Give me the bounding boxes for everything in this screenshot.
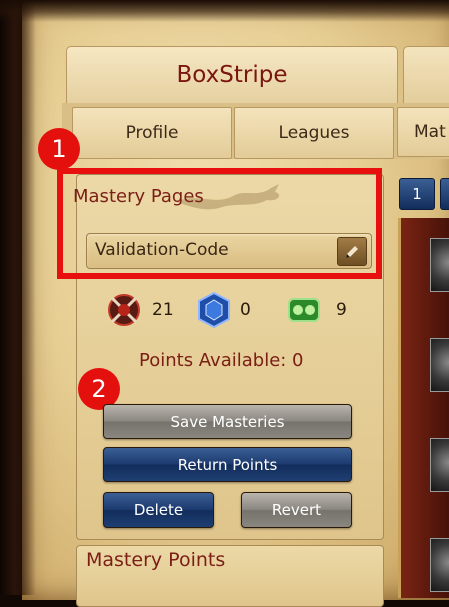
callout-badge-2-label: 2 [91,375,107,403]
mastery-page-tab-2[interactable] [440,178,449,210]
save-masteries-label: Save Masteries [170,412,285,431]
window-title: BoxStripe [176,62,288,88]
tab-profile[interactable]: Profile [72,107,232,159]
return-points-label: Return Points [177,455,278,474]
tab-leagues[interactable]: Leagues [234,107,394,159]
points-available: Points Available: 0 [139,350,304,371]
mastery-slot[interactable] [430,238,449,292]
offense-points: 21 [152,300,174,320]
utility-tree-icon [288,298,320,322]
window-title-tab[interactable]: BoxStripe [66,46,398,103]
mastery-slot[interactable] [430,538,449,592]
revert-label: Revert [271,501,322,519]
mastery-slot[interactable] [430,338,449,392]
mastery-page-tab-1-label: 1 [412,185,422,203]
defense-tree-icon [198,291,230,329]
mastery-page-tab-1[interactable]: 1 [399,178,435,210]
return-points-button[interactable]: Return Points [103,447,352,482]
tab-match-history[interactable]: Mat [397,107,449,157]
save-masteries-button[interactable]: Save Masteries [103,404,352,439]
callout-highlight-mastery-pages [57,168,382,279]
tab-match-history-label: Mat [414,122,446,142]
mastery-slot[interactable] [430,438,449,492]
utility-points: 9 [336,300,347,320]
callout-badge-1-label: 1 [51,135,67,163]
delete-label: Delete [133,501,184,519]
callout-badge-1: 1 [38,128,80,170]
tab-leagues-label: Leagues [278,123,350,143]
delete-button[interactable]: Delete [103,492,214,528]
defense-points: 0 [240,300,251,320]
revert-button[interactable]: Revert [241,492,352,528]
secondary-title-tab[interactable] [403,46,449,104]
mastery-points-title: Mastery Points [86,549,226,571]
tab-profile-label: Profile [125,123,179,143]
offense-tree-icon [108,294,140,326]
